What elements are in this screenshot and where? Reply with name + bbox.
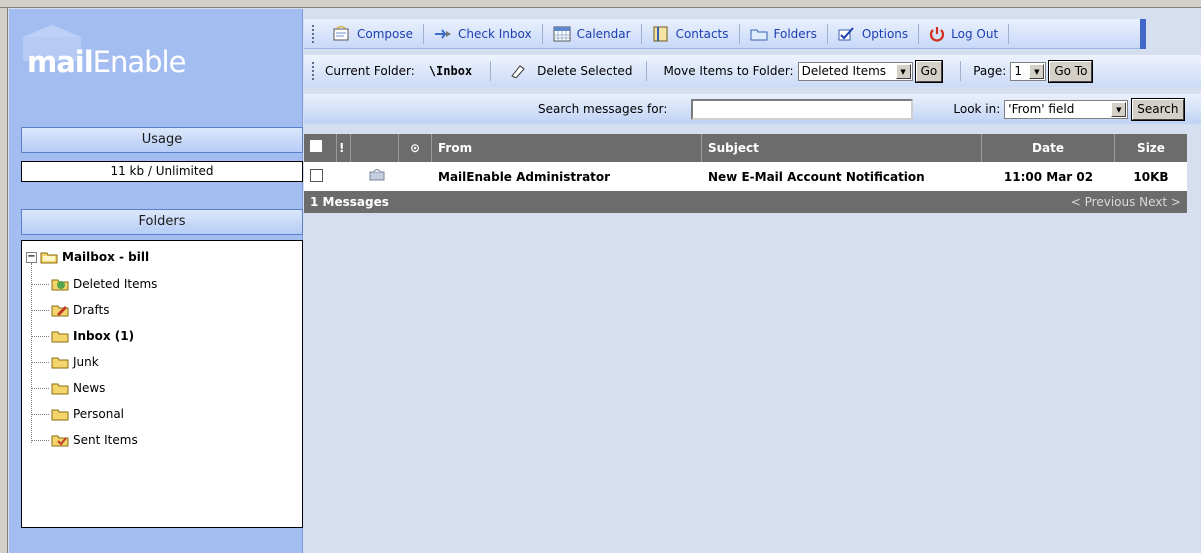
folder-label: Junk bbox=[73, 355, 99, 369]
message-read-icon bbox=[369, 168, 385, 181]
search-input[interactable] bbox=[691, 98, 914, 120]
options-button[interactable]: Options bbox=[828, 23, 920, 44]
page-select[interactable]: 1 ▼ bbox=[1010, 61, 1047, 81]
size-column-header[interactable]: Size bbox=[1115, 134, 1187, 162]
chevron-down-icon[interactable]: ▼ bbox=[895, 63, 911, 79]
toolbar-grip[interactable] bbox=[312, 24, 315, 43]
inbox-folder-icon bbox=[51, 331, 69, 343]
mailbox-folder-icon bbox=[40, 252, 58, 264]
search-bar: Search messages for: Look in: 'From' fie… bbox=[304, 94, 1201, 124]
folder-item-personal[interactable]: Personal bbox=[31, 403, 124, 425]
folder-item-sent[interactable]: Sent Items bbox=[31, 429, 138, 451]
folder-item-junk[interactable]: Junk bbox=[31, 351, 99, 373]
look-in-select[interactable]: 'From' field ▼ bbox=[1004, 99, 1129, 119]
folder-label: Deleted Items bbox=[73, 277, 158, 291]
mailbox-root-label: Mailbox - bill bbox=[62, 250, 150, 264]
calendar-button[interactable]: Calendar bbox=[543, 23, 642, 44]
move-folder-select[interactable]: Deleted Items ▼ bbox=[797, 61, 913, 81]
toolbar-edge bbox=[1140, 19, 1146, 49]
message-count: 1 Messages bbox=[310, 195, 389, 209]
message-date: 11:00 Mar 02 bbox=[1003, 169, 1094, 184]
table-row[interactable]: MailEnable Administrator New E-Mail Acco… bbox=[304, 162, 1187, 191]
sidebar: mailEnable Usage 11 kb / Unlimited Folde… bbox=[9, 9, 303, 553]
sent-folder-icon bbox=[51, 435, 69, 447]
folder-label: Inbox (1) bbox=[73, 329, 135, 343]
folder-actions-bar: Current Folder: \Inbox Delete Selected M… bbox=[304, 55, 1201, 87]
recycle-folder-icon bbox=[51, 279, 69, 291]
logo-mail-text: mail bbox=[27, 45, 94, 79]
delete-selected-button[interactable]: Delete Selected bbox=[491, 61, 648, 81]
current-folder-label: Current Folder: bbox=[325, 64, 415, 78]
power-icon bbox=[930, 26, 945, 41]
calendar-icon bbox=[553, 26, 571, 41]
options-checkbox-icon bbox=[838, 26, 854, 40]
look-in-label: Look in: bbox=[953, 102, 1001, 116]
window-left-border bbox=[0, 8, 8, 553]
window-top-border bbox=[0, 0, 1201, 8]
folder-item-deleted[interactable]: Deleted Items bbox=[31, 273, 157, 295]
folder-label: News bbox=[73, 381, 106, 395]
main-toolbar: Compose Check Inbox Calendar Contacts Fo… bbox=[304, 19, 1146, 49]
logout-button[interactable]: Log Out bbox=[919, 23, 1010, 44]
current-folder-value: \Inbox bbox=[429, 61, 492, 81]
search-button[interactable]: Search bbox=[1131, 97, 1185, 121]
usage-value: 11 kb / Unlimited bbox=[21, 161, 303, 182]
contacts-button[interactable]: Contacts bbox=[642, 23, 740, 44]
check-inbox-button[interactable]: Check Inbox bbox=[424, 23, 543, 44]
message-subject[interactable]: New E-Mail Account Notification bbox=[702, 170, 982, 184]
select-all-checkbox[interactable] bbox=[310, 140, 322, 152]
priority-icon[interactable]: ! bbox=[337, 134, 351, 162]
mailenable-logo: mailEnable bbox=[17, 19, 197, 79]
pagination-links[interactable]: < Previous Next > bbox=[1071, 195, 1181, 209]
usage-header: Usage bbox=[21, 127, 303, 153]
message-list: ! ⊙ From Subject Date Size MailEnable Ad… bbox=[304, 134, 1187, 213]
subject-column-header[interactable]: Subject bbox=[702, 134, 982, 162]
date-column-header[interactable]: Date bbox=[982, 134, 1115, 162]
message-list-header: ! ⊙ From Subject Date Size bbox=[304, 134, 1187, 162]
message-size: 10KB bbox=[1133, 169, 1169, 184]
folders-header: Folders bbox=[21, 209, 303, 235]
page-label: Page: bbox=[973, 64, 1007, 78]
compose-button[interactable]: Compose bbox=[323, 23, 425, 44]
search-label: Search messages for: bbox=[538, 102, 668, 116]
message-from[interactable]: MailEnable Administrator bbox=[432, 170, 702, 184]
folder-item-inbox[interactable]: Inbox (1) bbox=[31, 325, 134, 347]
eraser-icon bbox=[511, 65, 525, 78]
folder-tree: − Mailbox - bill Deleted Items Drafts In… bbox=[21, 240, 303, 528]
folder-label: Personal bbox=[73, 407, 125, 421]
go-to-button[interactable]: Go To bbox=[1048, 59, 1094, 83]
folders-button[interactable]: Folders bbox=[740, 23, 828, 44]
mailbox-root[interactable]: − Mailbox - bill bbox=[26, 247, 149, 267]
logo-enable-text: Enable bbox=[92, 45, 187, 79]
row-checkbox[interactable] bbox=[310, 168, 323, 182]
contacts-icon bbox=[653, 26, 668, 41]
collapse-icon[interactable]: − bbox=[26, 251, 37, 263]
folder-label: Sent Items bbox=[73, 433, 138, 447]
check-inbox-icon bbox=[435, 28, 452, 39]
folder-label: Drafts bbox=[73, 303, 110, 317]
chevron-down-icon[interactable]: ▼ bbox=[1029, 63, 1045, 79]
toolbar-grip[interactable] bbox=[312, 62, 315, 80]
folder-icon bbox=[750, 29, 768, 40]
folder-icon bbox=[51, 383, 69, 395]
chevron-down-icon[interactable]: ▼ bbox=[1111, 101, 1127, 117]
attachment-icon[interactable]: ⊙ bbox=[399, 134, 432, 162]
folder-item-drafts[interactable]: Drafts bbox=[31, 299, 110, 321]
folder-item-news[interactable]: News bbox=[31, 377, 105, 399]
message-list-footer: 1 Messages < Previous Next > bbox=[304, 191, 1187, 213]
folder-icon bbox=[51, 409, 69, 421]
move-items-label: Move Items to Folder: bbox=[663, 64, 794, 78]
compose-icon bbox=[333, 25, 349, 40]
folder-icon bbox=[51, 357, 69, 369]
from-column-header[interactable]: From bbox=[432, 134, 702, 162]
move-go-button[interactable]: Go bbox=[914, 59, 944, 83]
drafts-folder-icon bbox=[51, 305, 69, 317]
